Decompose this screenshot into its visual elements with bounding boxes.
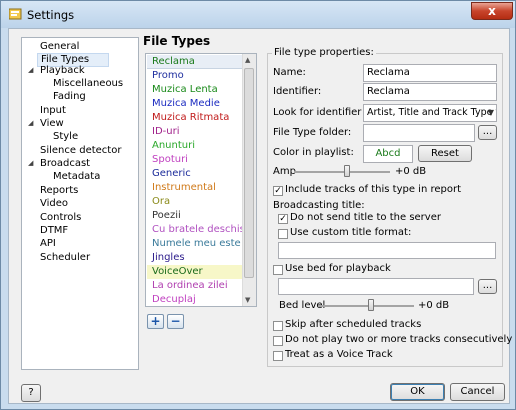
chevron-down-icon[interactable]: ▼ bbox=[488, 105, 494, 121]
amp-value: +0 dB bbox=[395, 166, 427, 177]
voice-track-checkbox[interactable] bbox=[273, 351, 283, 361]
broadcast-title-label: Broadcasting title: bbox=[273, 200, 365, 211]
plus-icon: + bbox=[150, 314, 161, 328]
file-type-item[interactable]: Muzica Ritmata bbox=[147, 111, 242, 125]
file-type-item[interactable]: Numele meu este f... bbox=[147, 237, 242, 251]
tree-item-miscellaneous[interactable]: Miscellaneous bbox=[53, 78, 123, 90]
tree-item-reports[interactable]: Reports bbox=[40, 185, 78, 197]
use-bed-checkbox[interactable] bbox=[273, 265, 283, 275]
file-type-item[interactable]: Anunturi bbox=[147, 139, 242, 153]
tree-item-scheduler[interactable]: Scheduler bbox=[40, 252, 90, 264]
file-type-item[interactable]: Cu bratele deschise bbox=[147, 223, 242, 237]
tree-item-silence-detector[interactable]: Silence detector bbox=[40, 145, 121, 157]
expand-arrow-icon[interactable]: ◢ bbox=[28, 119, 33, 127]
folder-label: File Type folder: bbox=[273, 127, 352, 138]
skip-after-scheduled-label[interactable]: Skip after scheduled tracks bbox=[285, 319, 421, 330]
no-send-title-label[interactable]: Do not send title to the server bbox=[290, 212, 441, 223]
tree-item-api[interactable]: API bbox=[40, 238, 56, 250]
look-for-select[interactable]: Artist, Title and Track Type ta ▼ bbox=[363, 104, 497, 122]
bed-file-field[interactable] bbox=[278, 278, 474, 295]
bed-level-slider[interactable] bbox=[318, 305, 414, 307]
cancel-button[interactable]: Cancel bbox=[450, 383, 505, 401]
use-bed-label[interactable]: Use bed for playback bbox=[285, 263, 391, 274]
identifier-field[interactable]: Reclama bbox=[363, 83, 497, 101]
browse-bed-button[interactable]: ... bbox=[478, 279, 497, 294]
no-consecutive-checkbox[interactable] bbox=[273, 336, 283, 346]
bed-level-value: +0 dB bbox=[418, 300, 450, 311]
no-consecutive-label[interactable]: Do not play two or more tracks consecuti… bbox=[285, 334, 512, 345]
file-type-item[interactable]: Muzica Medie bbox=[147, 97, 242, 111]
expand-arrow-icon[interactable]: ◢ bbox=[28, 66, 33, 74]
file-type-item[interactable]: Jingles bbox=[147, 251, 242, 265]
color-label: Color in playlist: bbox=[273, 147, 354, 158]
tree-item-broadcast[interactable]: Broadcast bbox=[40, 158, 90, 170]
help-button[interactable]: ? bbox=[21, 384, 41, 402]
list-scrollbar[interactable]: ▲ ▼ bbox=[242, 54, 256, 306]
settings-tree[interactable]: General File Types ◢ Playback Miscellane… bbox=[21, 37, 139, 370]
skip-after-scheduled-checkbox[interactable] bbox=[273, 321, 283, 331]
reset-color-button[interactable]: Reset bbox=[418, 145, 472, 162]
browse-folder-button[interactable]: ... bbox=[478, 125, 497, 140]
remove-file-type-button[interactable]: − bbox=[167, 314, 184, 329]
expand-arrow-icon[interactable]: ◢ bbox=[28, 159, 33, 167]
include-report-label[interactable]: Include tracks of this type in report bbox=[285, 184, 461, 195]
close-icon: x bbox=[488, 4, 496, 18]
no-send-title-checkbox[interactable]: ✓ bbox=[278, 214, 288, 224]
settings-app-icon bbox=[9, 8, 22, 20]
file-type-item[interactable]: ID-uri bbox=[147, 125, 242, 139]
tree-item-controls[interactable]: Controls bbox=[40, 212, 81, 224]
tree-item-fading[interactable]: Fading bbox=[53, 91, 86, 103]
scroll-down-icon[interactable]: ▼ bbox=[245, 296, 250, 304]
file-type-item[interactable]: Promo bbox=[147, 69, 242, 83]
ok-button[interactable]: OK bbox=[390, 383, 445, 401]
file-type-item[interactable]: Reclama bbox=[147, 55, 242, 69]
close-button[interactable]: x bbox=[471, 2, 513, 20]
file-type-item[interactable]: Spoturi bbox=[147, 153, 242, 167]
amp-label: Amp bbox=[273, 166, 296, 177]
file-types-list[interactable]: Reclama Promo Muzica Lenta Muzica Medie Muzi… bbox=[145, 53, 257, 307]
tree-item-video[interactable]: Video bbox=[40, 198, 68, 210]
tree-item-view[interactable]: View bbox=[40, 118, 64, 130]
file-type-item[interactable]: Generic bbox=[147, 167, 242, 181]
file-type-item[interactable]: Muzica Lenta bbox=[147, 83, 242, 97]
look-for-label: Look for identifier in: bbox=[273, 107, 378, 118]
voice-track-label[interactable]: Treat as a Voice Track bbox=[285, 349, 393, 360]
file-type-item[interactable]: Poezii bbox=[147, 209, 242, 223]
include-report-checkbox[interactable]: ✓ bbox=[273, 186, 283, 196]
tree-item-input[interactable]: Input bbox=[40, 105, 66, 117]
custom-title-label[interactable]: Use custom title format: bbox=[290, 227, 411, 238]
custom-title-checkbox[interactable] bbox=[278, 229, 288, 239]
file-type-item[interactable]: Decuplaj bbox=[147, 293, 242, 306]
color-preview[interactable]: Abcd bbox=[363, 145, 413, 163]
section-title: File Types bbox=[143, 34, 211, 48]
name-label: Name: bbox=[273, 67, 306, 78]
properties-legend: File type properties: bbox=[272, 47, 376, 58]
file-type-item[interactable]: Ora bbox=[147, 195, 242, 209]
file-type-item[interactable]: VoiceOver bbox=[147, 265, 242, 279]
tree-item-playback[interactable]: Playback bbox=[40, 65, 85, 77]
bed-level-slider-thumb[interactable] bbox=[367, 299, 374, 311]
file-type-item[interactable]: La ordinea zilei bbox=[147, 279, 242, 293]
title-bar[interactable]: Settings x bbox=[1, 1, 515, 28]
tree-item-style[interactable]: Style bbox=[53, 131, 78, 143]
client-area: General File Types ◢ Playback Miscellane… bbox=[8, 28, 512, 404]
folder-field[interactable] bbox=[363, 124, 475, 142]
window-title: Settings bbox=[27, 8, 75, 22]
file-type-item[interactable]: Instrumental bbox=[147, 181, 242, 195]
tree-item-dtmf[interactable]: DTMF bbox=[40, 225, 68, 237]
amp-slider-thumb[interactable] bbox=[343, 165, 350, 177]
scroll-up-icon[interactable]: ▲ bbox=[245, 56, 250, 64]
custom-title-field[interactable] bbox=[278, 242, 496, 259]
name-field[interactable]: Reclama bbox=[363, 64, 497, 82]
look-for-value: Artist, Title and Track Type ta bbox=[367, 107, 497, 118]
settings-window: Settings x General File Types ◢ Playback… bbox=[0, 0, 516, 410]
tree-item-metadata[interactable]: Metadata bbox=[53, 171, 100, 183]
scroll-thumb[interactable] bbox=[244, 68, 254, 278]
minus-icon: − bbox=[170, 314, 181, 328]
tree-item-general[interactable]: General bbox=[40, 41, 79, 53]
add-file-type-button[interactable]: + bbox=[147, 314, 164, 329]
identifier-label: Identifier: bbox=[273, 86, 322, 97]
amp-slider[interactable] bbox=[294, 171, 390, 173]
